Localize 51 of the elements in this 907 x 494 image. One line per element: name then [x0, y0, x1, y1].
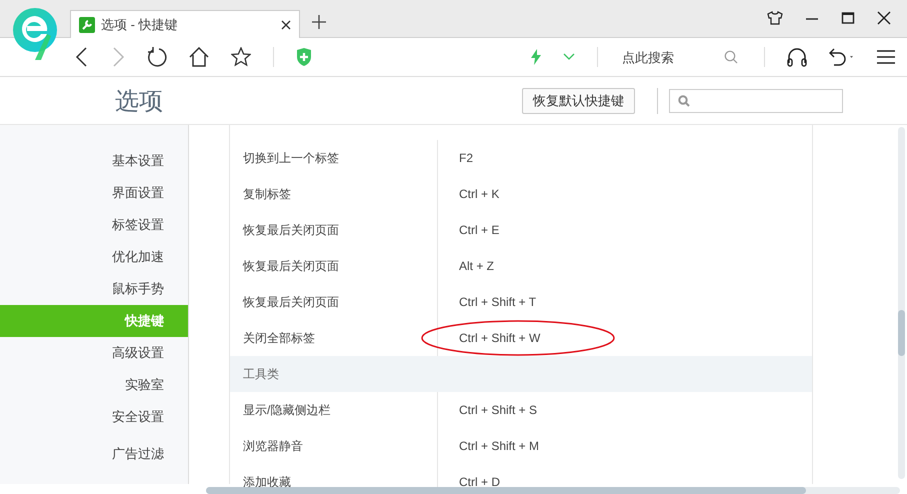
search-field[interactable]: [669, 88, 843, 112]
headphones-icon[interactable]: [787, 47, 807, 67]
search-icon: [678, 94, 690, 106]
action-cell-text: 浏览器静音: [242, 438, 304, 454]
star-icon[interactable]: [231, 47, 251, 67]
category-label: 工具类: [242, 366, 280, 382]
action-cell-text: 切换到上一个标签: [242, 150, 340, 166]
shortcut-keys[interactable]: Ctrl + Shift + T: [459, 295, 536, 309]
sidebar-item[interactable]: 优化加速: [0, 241, 188, 273]
shortcut-keys[interactable]: Ctrl + Shift + M: [459, 439, 540, 453]
search-icon: [724, 50, 738, 64]
menu-icon[interactable]: [877, 49, 895, 65]
action-cell-text: 恢复最后关闭页面: [242, 222, 340, 238]
reset-shortcuts-button[interactable]: 恢复默认快捷键: [522, 88, 635, 114]
shortcut-keys[interactable]: F2: [459, 151, 474, 165]
action-cell-text: 复制标签: [242, 186, 292, 202]
wrench-icon: [79, 16, 95, 32]
undo-icon[interactable]: [829, 47, 855, 67]
sidebar-item[interactable]: 鼠标手势: [0, 273, 188, 305]
sidebar-item[interactable]: 高级设置: [0, 337, 188, 369]
sidebar-item[interactable]: 界面设置: [0, 177, 188, 209]
action-cell-text: 显示/隐藏侧边栏: [242, 402, 332, 418]
sidebar-item[interactable]: 基本设置: [0, 145, 188, 177]
action-cell-text: 添加收藏: [242, 474, 292, 490]
shirt-icon[interactable]: [767, 11, 783, 25]
shortcut-keys[interactable]: Ctrl + K: [459, 187, 500, 201]
back-icon[interactable]: [75, 47, 89, 67]
scrollbar[interactable]: [206, 487, 900, 494]
reload-icon[interactable]: [147, 47, 167, 67]
search-field[interactable]: 点此搜索: [620, 48, 742, 66]
maximize-icon[interactable]: [841, 11, 855, 25]
shortcut-keys[interactable]: Alt + Z: [459, 259, 494, 273]
home-icon[interactable]: [189, 47, 209, 67]
close-icon[interactable]: [877, 11, 891, 25]
sidebar-item[interactable]: 安全设置: [0, 401, 188, 433]
action-cell-text: 恢复最后关闭页面: [242, 258, 340, 274]
shortcut-keys[interactable]: Ctrl + Shift + W: [459, 331, 540, 345]
sidebar-item[interactable]: 标签设置: [0, 209, 188, 241]
scrollbar[interactable]: [898, 127, 905, 479]
sidebar-item[interactable]: 广告过滤: [0, 438, 188, 470]
sidebar-item[interactable]: 实验室: [0, 369, 188, 401]
action-cell-text: 恢复最后关闭页面: [242, 294, 340, 310]
shortcut-keys[interactable]: Ctrl + Shift + S: [459, 403, 538, 417]
browser-logo-icon: [11, 6, 59, 62]
close-icon[interactable]: [281, 20, 291, 30]
new-tab-icon[interactable]: [312, 15, 326, 29]
page-title: 选项: [115, 86, 163, 116]
browser-tab[interactable]: 选项 - 快捷键: [70, 10, 300, 38]
shortcut-keys[interactable]: Ctrl + E: [459, 223, 500, 237]
action-cell-text: 关闭全部标签: [242, 330, 316, 346]
shortcut-keys[interactable]: Ctrl + D: [459, 475, 500, 489]
